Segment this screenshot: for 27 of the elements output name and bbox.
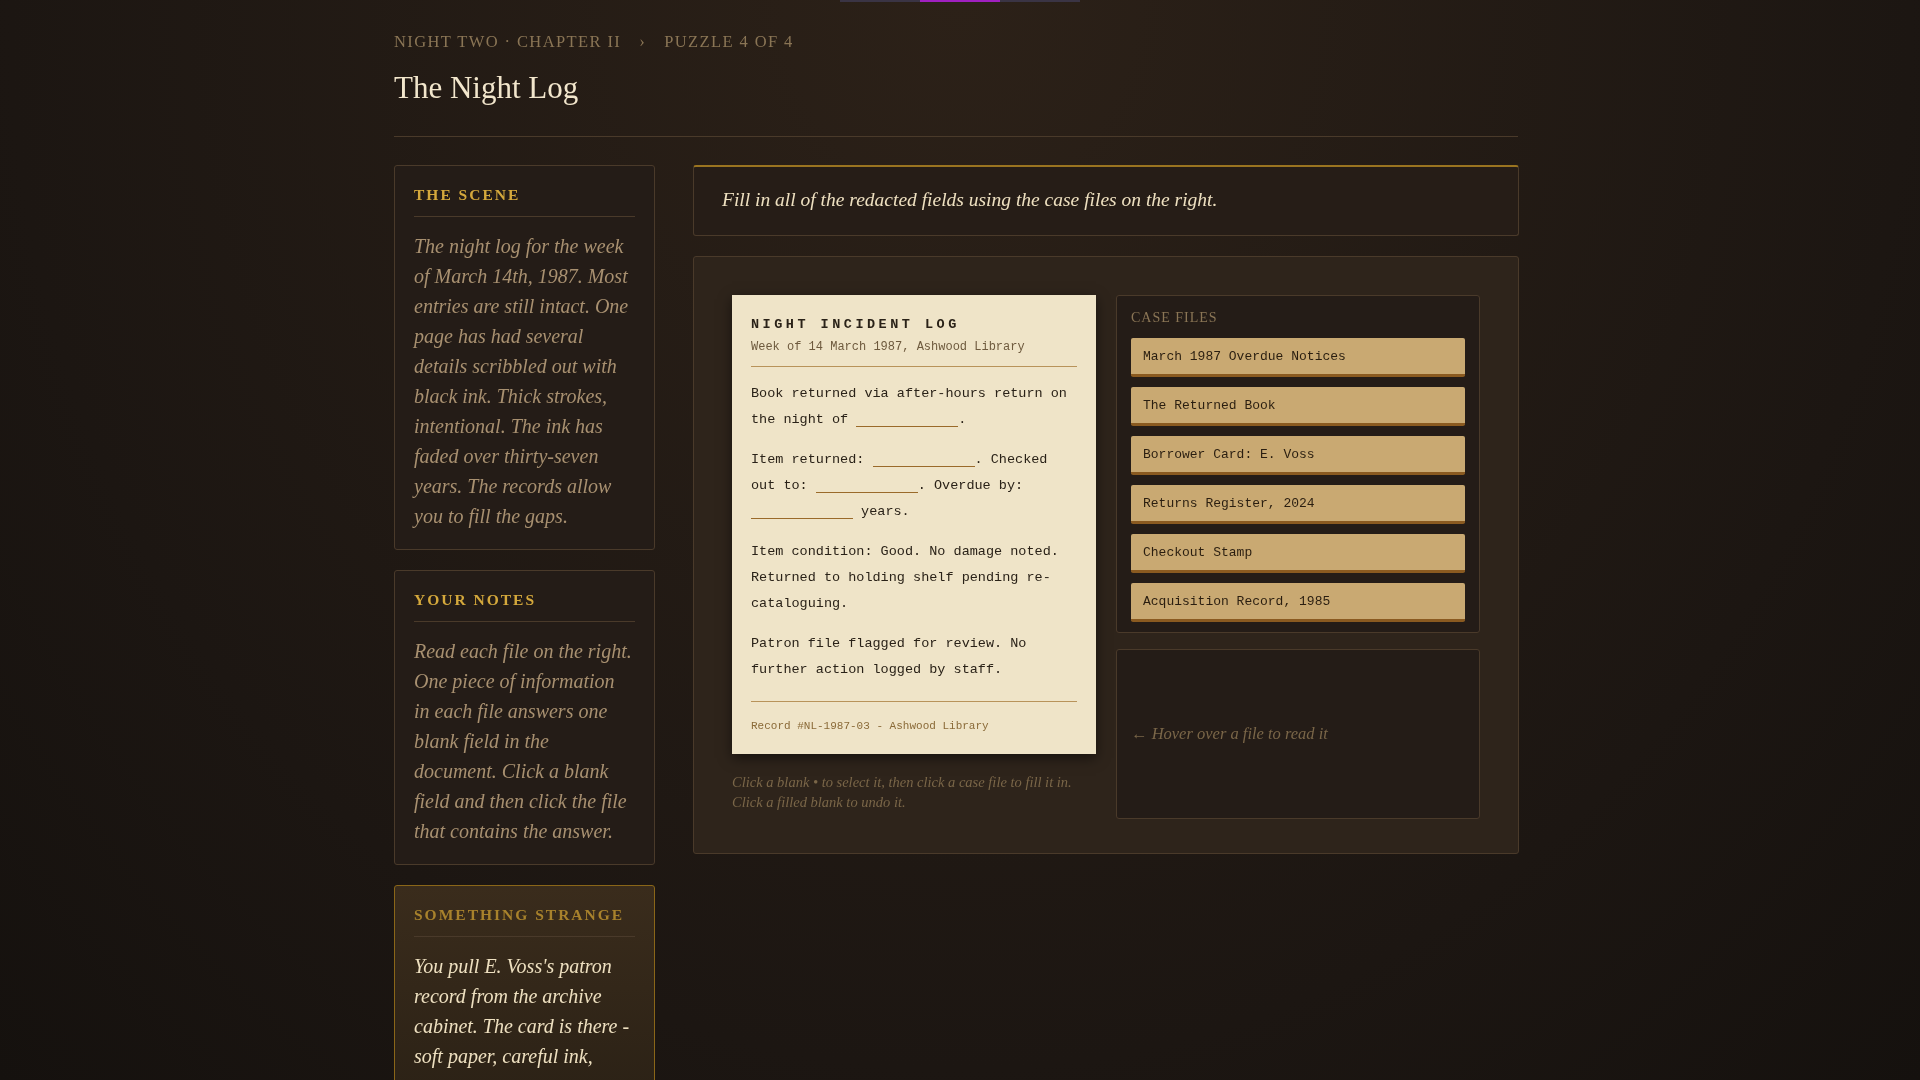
- card-heading: THE SCENE: [414, 186, 635, 217]
- case-file-button[interactable]: Checkout Stamp: [1131, 534, 1465, 573]
- log-paragraph: Item returned: . Checked out to: . Overdue by: years.: [751, 449, 1049, 521]
- log-paragraph: Book returned via after-hours return on the night of .: [751, 385, 1068, 429]
- breadcrumb-chapter[interactable]: NIGHT TWO · CHAPTER II: [394, 32, 622, 52]
- case-files-heading: CASE FILES: [1131, 310, 1219, 326]
- hint-text: Click a blank • to select it, then click a case file to fill it in. Click a filled blank to undo it.: [732, 773, 1073, 812]
- breadcrumb-separator: ›: [639, 32, 647, 52]
- case-file-button[interactable]: The Returned Book: [1131, 387, 1465, 426]
- log-paragraph: Item condition: Good. No damage noted. Returned to holding shelf pending re-cataloguing.: [751, 543, 1060, 613]
- file-preview-pane: ← Hover over a file to read it: [1116, 649, 1480, 819]
- instruction-text: Fill in all of the redacted fields using the case files on the right.: [693, 165, 1519, 236]
- case-file-button[interactable]: March 1987 Overdue Notices: [1131, 338, 1465, 377]
- page-title: The Night Log: [394, 70, 580, 106]
- card-text: You pull E. Voss's patron record from the archive cabinet. The card is there - soft paper, careful ink,: [414, 954, 631, 1070]
- record-footer: Record #NL-1987-03 - Ashwood Library: [751, 701, 1077, 732]
- card-heading: YOUR NOTES: [414, 591, 635, 622]
- card-text: Read each file on the right. One piece of information in each file answers one blank field in the document. Click a blank field and then click the file that contains the answer.: [414, 639, 633, 844]
- case-file-button[interactable]: Acquisition Record, 1985: [1131, 583, 1465, 622]
- breadcrumb-puzzle: PUZZLE 4 OF 4: [664, 32, 794, 52]
- case-file-button[interactable]: Returns Register, 2024: [1131, 485, 1465, 524]
- card-heading: SOMETHING STRANGE: [414, 906, 635, 937]
- document-subtitle: Week of 14 March 1987, Ashwood Library: [751, 340, 1077, 367]
- card-text: The night log for the week of March 14th, 1987. Most entries are still intact. One page has had several details scribbled out with black ink. Thick strokes, intentional. The ink has faded over thirty-seven years. The records allow you to fill the gaps.: [414, 234, 630, 530]
- log-paragraph: Patron file flagged for review. No further action logged by staff.: [751, 635, 1028, 679]
- case-file-button[interactable]: Borrower Card: E. Voss: [1131, 436, 1465, 475]
- document-title: NIGHT INCIDENT LOG: [751, 317, 961, 332]
